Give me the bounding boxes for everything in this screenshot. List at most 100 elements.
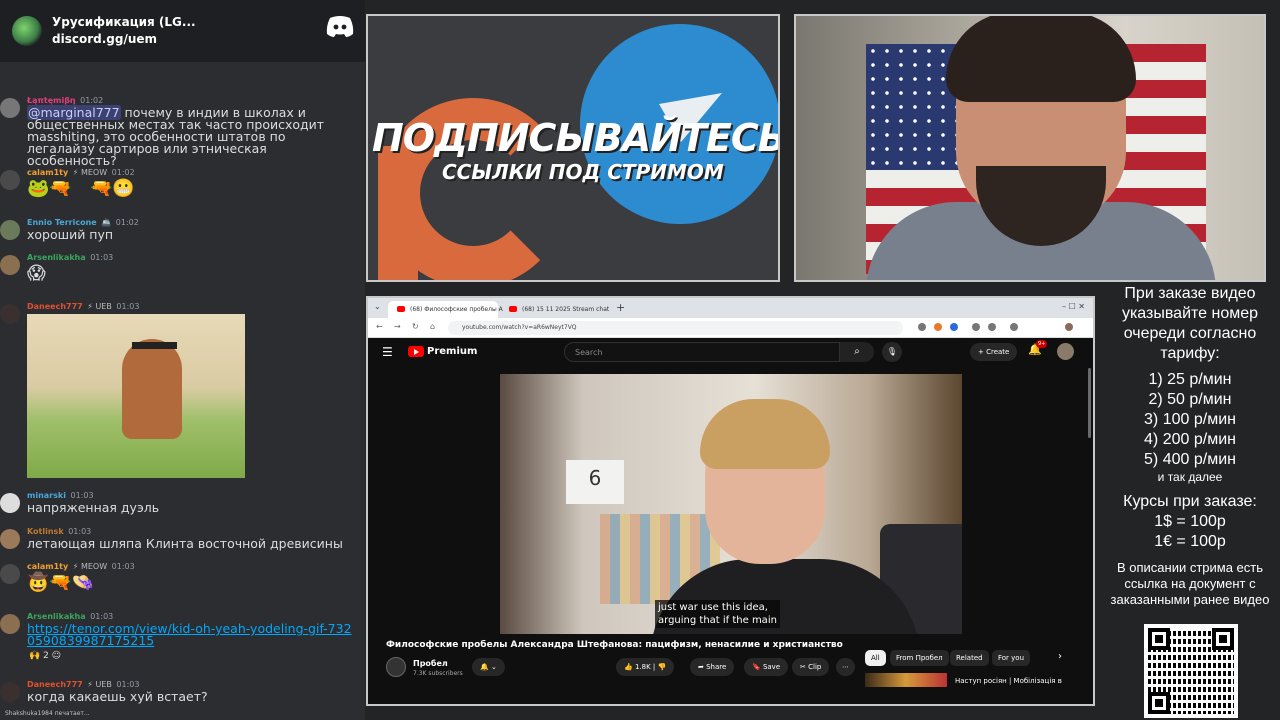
share-button[interactable]: ➦ Share xyxy=(690,658,735,676)
clip-button[interactable]: ✂ Clip xyxy=(792,658,830,676)
description-note: В описании стрима есть ссылка на докумен… xyxy=(1110,560,1270,607)
webcam-feed xyxy=(794,14,1266,282)
extension-icon[interactable] xyxy=(988,323,996,331)
search-input[interactable]: Search xyxy=(564,342,840,362)
subscribe-bell-button[interactable]: 🔔 ⌄ xyxy=(472,658,505,676)
profile-icon[interactable] xyxy=(1065,323,1073,331)
bell-icon: 🔔 xyxy=(480,663,489,671)
browser-tab[interactable]: (68) 15 11 2025 Stream chat xyxy=(500,301,609,318)
cowboy-hat-emoji-icon: 🤠🔫👒 xyxy=(27,572,95,593)
author-name: Arsenlikakha xyxy=(27,612,86,621)
order-info-panel: При заказе видео указывайте номер очеред… xyxy=(1100,284,1280,608)
extension-icon[interactable] xyxy=(972,323,980,331)
author-name: Daneech777 xyxy=(27,302,83,311)
typing-indicator: Shakshuka1984 печатает... xyxy=(5,710,90,717)
chip-all[interactable]: All xyxy=(865,650,886,666)
save-button[interactable]: 🔖 Save xyxy=(744,658,789,676)
microphone-icon[interactable]: 🎙 xyxy=(882,342,902,362)
youtube-header: ☰ Premium Search ⌕ 🎙 + Create 🔔 9+ xyxy=(368,338,1093,366)
recommended-title[interactable]: Наступ росіян | Мобілізація в xyxy=(955,677,1062,685)
author-name: calam1ty xyxy=(27,168,69,177)
server-icon xyxy=(12,16,42,46)
reload-icon[interactable]: ↻ xyxy=(412,322,419,331)
recommended-thumbnail[interactable] xyxy=(865,673,947,687)
message-text: хороший пуп xyxy=(27,227,114,242)
message-time: 01:03 xyxy=(116,302,140,311)
message-text: летающая шляпа Клинта восточной древисин… xyxy=(27,536,343,551)
avatar xyxy=(0,170,20,190)
author-name: minarski xyxy=(27,491,66,500)
message-time: 01:02 xyxy=(80,96,104,105)
home-icon[interactable]: ⌂ xyxy=(430,322,435,331)
bookmark-icon: 🔖 xyxy=(752,663,761,671)
promo-headline: ПОДПИСЫВАЙТЕСЬ xyxy=(372,116,780,160)
message-link[interactable]: https://tenor.com/view/kid-oh-yeah-yodel… xyxy=(27,622,357,647)
browser-tab-active[interactable]: (68) Философские пробелы А xyxy=(388,301,503,318)
channel-avatar[interactable] xyxy=(386,657,406,677)
back-icon[interactable]: ← xyxy=(376,322,383,331)
discord-chat-overlay: Урусификация (LG... discord.gg/uem Łąπtę… xyxy=(0,0,365,720)
extension-icon[interactable] xyxy=(950,323,958,331)
forward-icon[interactable]: → xyxy=(394,322,401,331)
extension-icon[interactable] xyxy=(1010,323,1018,331)
extension-icon[interactable] xyxy=(918,323,926,331)
author-name: Ennio Terricone xyxy=(27,218,97,227)
avatar xyxy=(0,564,20,584)
price-tier: 3) 100 р/мин xyxy=(1144,411,1236,428)
discord-server-header: Урусификация (LG... discord.gg/uem xyxy=(0,0,365,62)
thumbs-up-icon: 👍 xyxy=(624,663,633,671)
window-controls[interactable]: – ☐ ✕ xyxy=(1062,302,1085,311)
video-player[interactable]: 6 just war use this idea, arguing that i… xyxy=(500,374,962,634)
message-text: напряженная дуэль xyxy=(27,500,160,515)
subtitles: just war use this idea, arguing that if … xyxy=(655,600,780,628)
server-invite: discord.gg/uem xyxy=(52,32,158,46)
gif-character xyxy=(122,339,182,439)
chevron-right-icon[interactable]: › xyxy=(1058,651,1062,662)
chip-related[interactable]: Related xyxy=(950,650,989,666)
thumbs-down-icon: 👎 xyxy=(657,663,667,671)
search-icon[interactable]: ⌕ xyxy=(840,342,874,362)
chip-from-channel[interactable]: From Пробел xyxy=(890,650,949,666)
calendar: 6 xyxy=(566,460,624,504)
scrollbar[interactable] xyxy=(1088,368,1091,438)
reaction-count: 2 xyxy=(43,651,49,661)
url-field[interactable]: youtube.com/watch?v=aR6wNeyt7VQ xyxy=(448,321,903,335)
gun-emoji-icon: 🔫😬 xyxy=(90,178,135,199)
new-tab-icon[interactable]: + xyxy=(616,301,625,314)
user-badge: ⚡ MEOW xyxy=(72,168,108,177)
create-button[interactable]: + Create xyxy=(970,343,1018,361)
like-button[interactable]: 👍 1.8K | 👎 xyxy=(616,658,675,676)
promo-subline: ССЫЛКИ ПОД СТРИМОМ xyxy=(442,160,724,184)
gif-embed[interactable] xyxy=(27,314,245,478)
menu-icon[interactable]: ☰ xyxy=(382,345,393,359)
avatar[interactable] xyxy=(1057,343,1074,360)
message-time: 01:03 xyxy=(68,527,92,536)
reaction[interactable]: 🙌 2 ☺ xyxy=(29,651,61,661)
avatar xyxy=(0,614,20,634)
tab-menu-icon[interactable]: ⌄ xyxy=(374,302,381,311)
youtube-logo[interactable]: Premium xyxy=(408,346,477,357)
more-actions-icon[interactable]: ⋯ xyxy=(836,658,855,676)
scream-emoji-icon: 😱 xyxy=(27,263,46,284)
user-badge: 🚢 xyxy=(101,218,112,227)
price-tier: 1) 25 р/мин xyxy=(1148,371,1232,388)
order-instructions: При заказе видео указывайте номер очеред… xyxy=(1121,285,1259,362)
extension-icon[interactable] xyxy=(934,323,942,331)
qr-code xyxy=(1144,624,1238,718)
author-name: Daneech777 xyxy=(27,680,83,689)
author-name: calam1ty xyxy=(27,562,69,571)
message-time: 01:02 xyxy=(111,168,135,177)
user-badge: ⚡ UEB xyxy=(87,302,112,311)
subscriber-count: 7.3K subscribers xyxy=(413,670,463,677)
message-time: 01:03 xyxy=(111,562,135,571)
youtube-play-icon xyxy=(408,346,424,357)
price-tier: 5) 400 р/мин xyxy=(1144,451,1236,468)
price-tier: 4) 200 р/мин xyxy=(1144,431,1236,448)
pepe-gun-emoji-icon: 🐸🔫 xyxy=(27,178,72,199)
channel-name[interactable]: Пробел xyxy=(413,659,448,668)
chip-for-you[interactable]: For you xyxy=(992,650,1031,666)
avatar xyxy=(0,220,20,240)
notification-count: 9+ xyxy=(1036,340,1048,348)
discord-logo-icon xyxy=(326,16,354,37)
message-time: 01:02 xyxy=(115,218,139,227)
